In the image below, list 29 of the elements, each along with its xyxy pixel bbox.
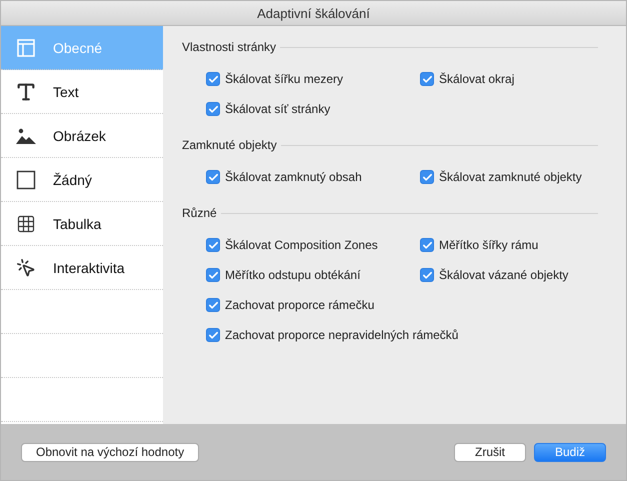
checkbox[interactable] [206,238,220,252]
checkbox-option[interactable]: Škálovat síť stránky [206,102,330,116]
section-heading: Různé [182,206,217,220]
checkbox-option[interactable]: Měřítko šířky rámu [420,238,538,252]
checkbox-label: Škálovat síť stránky [225,102,330,116]
checkbox[interactable] [206,298,220,312]
checkbox[interactable] [420,170,434,184]
window-title: Adaptivní škálování [257,6,370,20]
image-icon [16,128,36,144]
type-icon [15,80,37,102]
table-icon [16,214,36,234]
reset-button[interactable]: Obnovit na výchozí hodnoty [21,442,200,462]
checkbox[interactable] [206,268,220,282]
section-heading: Vlastnosti stránky [182,40,276,54]
checkbox[interactable] [206,170,220,184]
checkbox[interactable] [206,72,220,86]
checkbox[interactable] [420,268,434,282]
cancel-button[interactable]: Zrušit [454,442,526,462]
checkbox[interactable] [420,238,434,252]
checkbox[interactable] [206,102,220,116]
layout-icon [16,38,36,58]
checkbox-option[interactable]: Škálovat okraj [420,72,514,86]
cursor-click-icon [16,258,36,278]
section-heading: Zamknuté objekty [182,138,277,152]
checkbox[interactable] [420,72,434,86]
checkbox-label: Škálovat okraj [439,72,514,86]
checkbox-label: Měřítko šířky rámu [439,238,538,252]
checkbox[interactable] [206,328,220,342]
square-icon [16,170,36,190]
